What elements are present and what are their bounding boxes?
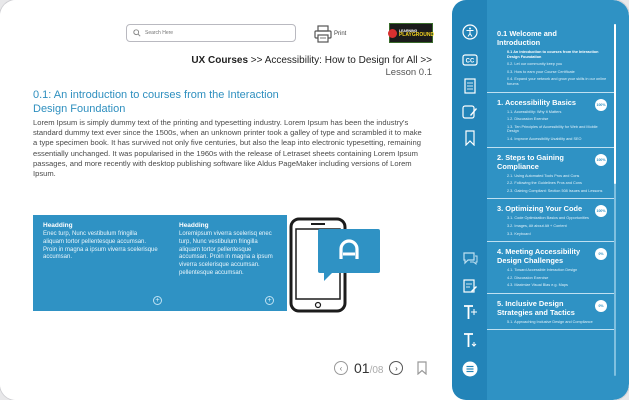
info-panel-1: Headding Enec turp, Nunc vestibulum frin…	[33, 215, 169, 311]
toc-lesson-item[interactable]: 4.3. Maximize Visual Bias e.g. Maps	[507, 283, 607, 288]
lesson-content-area: Print LEARNING PLAYGROUND UX Courses >> …	[0, 0, 452, 400]
toc-lesson-item[interactable]: 0.4. Expand your network and grow your s…	[507, 77, 607, 86]
accessibility-icon	[462, 24, 478, 40]
edit-notes-button[interactable]	[462, 278, 478, 294]
pen-icon	[462, 105, 477, 119]
chat-button[interactable]	[462, 250, 478, 266]
chat-icon	[463, 252, 478, 266]
highlight-button[interactable]	[462, 104, 478, 120]
toc-lesson-item[interactable]: 1.3. Ten Principles of Accessibility for…	[507, 125, 607, 134]
toc-lesson-item[interactable]: 0.3. How to earn your Course Certificate	[507, 70, 607, 75]
toc-scrollbar[interactable]	[614, 24, 616, 376]
toc-lesson-item[interactable]: 1.4. Improve Accessibility Usability and…	[507, 137, 607, 142]
svg-text:CC: CC	[466, 59, 475, 65]
bookmark-outline-icon	[465, 130, 475, 146]
toc-lesson-item[interactable]: 3.2. Images, Alt about Alt + Content	[507, 224, 607, 229]
ball-icon	[387, 28, 397, 38]
edit-note-icon	[463, 279, 477, 293]
progress-badge: 100%	[595, 98, 607, 111]
toc-section-title[interactable]: 2. Steps to Gaining Compliance	[497, 153, 589, 171]
app-frame: Print LEARNING PLAYGROUND UX Courses >> …	[0, 0, 629, 400]
pagination: ‹ 01/08 ›	[334, 360, 404, 376]
toc-lesson-item[interactable]: 0.2. Let our community keep you	[507, 62, 607, 67]
search-icon	[133, 29, 141, 37]
panel-heading: Headding	[179, 222, 209, 229]
cc-icon: CC	[462, 54, 478, 66]
print-button[interactable]: Print	[314, 24, 346, 44]
panel-heading: Headding	[43, 222, 73, 229]
toc-section[interactable]: 1. Accessibility Basics 100% 1.1. Accessib…	[487, 93, 615, 148]
progress-badge: 0%	[595, 248, 607, 261]
text-decrease-icon	[464, 333, 477, 347]
font-increase-button[interactable]	[462, 304, 478, 320]
chat-bubble	[318, 229, 380, 281]
bookmarks-button[interactable]	[462, 130, 478, 146]
scroll-thumb[interactable]	[614, 24, 616, 184]
table-of-contents: 0.1 Welcome and Introduction 0.1 An intro…	[487, 0, 629, 400]
expand-icon[interactable]: +	[265, 296, 274, 305]
toc-lesson-item[interactable]: 2.3. Gaining Compliant: Section 508 Issu…	[507, 189, 607, 194]
toc-lesson-item[interactable]: 2.1. Using Automated Tools Pros and Cons	[507, 174, 607, 179]
toc-lesson-item[interactable]: 4.2. Discussion Exercise	[507, 276, 607, 281]
tool-rail: CC	[452, 0, 487, 400]
brand-logo: LEARNING PLAYGROUND	[387, 23, 435, 43]
text-increase-icon	[464, 305, 477, 319]
info-panel-2: Headding Loremipsum viverra scelerisq en…	[169, 215, 287, 311]
toc-lesson-item[interactable]: 1.2. Discussion Exercise	[507, 117, 607, 122]
progress-badge: 100%	[595, 153, 607, 166]
notes-button[interactable]	[462, 78, 478, 94]
toc-lesson-item[interactable]: 1.1. Accessibility: Why It Matters	[507, 110, 607, 115]
breadcrumb-path[interactable]: >> Accessibility: How to Design for All …	[251, 55, 432, 66]
panel-body: Loremipsum viverra scelerisq enec turp, …	[179, 231, 273, 276]
page-indicator: 01/08	[354, 360, 383, 376]
bookmark-icon[interactable]	[417, 361, 427, 375]
toc-lesson-item[interactable]: 0.1 An introduction to courses from the …	[507, 50, 607, 59]
toc-section-title[interactable]: 1. Accessibility Basics	[497, 98, 589, 107]
toc-section-title[interactable]: 0.1 Welcome and Introduction	[497, 29, 589, 47]
logo-mark-icon	[339, 239, 359, 259]
lesson-heading: 0.1: An introduction to courses from the…	[33, 89, 279, 115]
panel-body: Enec turp, Nunc vestibulum fringilla ali…	[43, 231, 158, 261]
toc-lesson-item[interactable]: 2.2. Following the Guidelines Pros and C…	[507, 181, 607, 186]
toc-section-title[interactable]: 3. Optimizing Your Code	[497, 204, 589, 213]
brand-line2: PLAYGROUND	[398, 32, 435, 38]
toc-list: 0.1 Welcome and Introduction 0.1 An intro…	[487, 24, 615, 331]
toc-section[interactable]: 4. Meeting Accessibility Design Challeng…	[487, 242, 615, 294]
toc-lesson-item[interactable]: 5.1. Approaching Inclusive Design and Co…	[507, 320, 607, 325]
toc-lesson-item[interactable]: 4.1. Toward Accessible Interaction Desig…	[507, 268, 607, 273]
next-page-button[interactable]: ›	[389, 361, 404, 375]
breadcrumb-course[interactable]: UX Courses	[191, 55, 248, 66]
document-icon	[464, 78, 476, 94]
page-current: 01	[354, 360, 370, 376]
toc-section[interactable]: 5. Inclusive Design Strategies and Tacti…	[487, 294, 615, 331]
lesson-paragraph: Lorem Ipsum is simply dummy text of the …	[33, 118, 422, 179]
accessibility-button[interactable]	[462, 24, 478, 40]
toc-section[interactable]: 3. Optimizing Your Code 100% 3.1. Code Opt…	[487, 199, 615, 243]
page-total: /08	[369, 365, 384, 376]
font-decrease-button[interactable]	[462, 332, 478, 348]
printer-icon	[314, 25, 332, 43]
lesson-number: Lesson 0.1	[385, 67, 432, 78]
menu-icon	[462, 361, 478, 377]
breadcrumb: UX Courses >> Accessibility: How to Desi…	[191, 55, 432, 66]
toc-section-title[interactable]: 5. Inclusive Design Strategies and Tacti…	[497, 299, 589, 317]
print-label: Print	[334, 31, 347, 37]
toc-lesson-item[interactable]: 3.3. Keyboard	[507, 232, 607, 237]
menu-button[interactable]	[462, 361, 478, 377]
captions-button[interactable]: CC	[462, 52, 478, 68]
progress-badge: 0%	[595, 299, 607, 312]
toc-section[interactable]: 0.1 Welcome and Introduction 0.1 An intro…	[487, 24, 615, 93]
toc-section-title[interactable]: 4. Meeting Accessibility Design Challeng…	[497, 247, 589, 265]
search-input[interactable]	[145, 30, 285, 36]
toc-lesson-item[interactable]: 3.1. Code Optimization Basics and Opport…	[507, 216, 607, 221]
toc-section[interactable]: 2. Steps to Gaining Compliance 100% 2.1. U…	[487, 148, 615, 200]
prev-page-button[interactable]: ‹	[334, 361, 348, 375]
expand-icon[interactable]: +	[153, 296, 162, 305]
search-box[interactable]	[126, 24, 296, 42]
